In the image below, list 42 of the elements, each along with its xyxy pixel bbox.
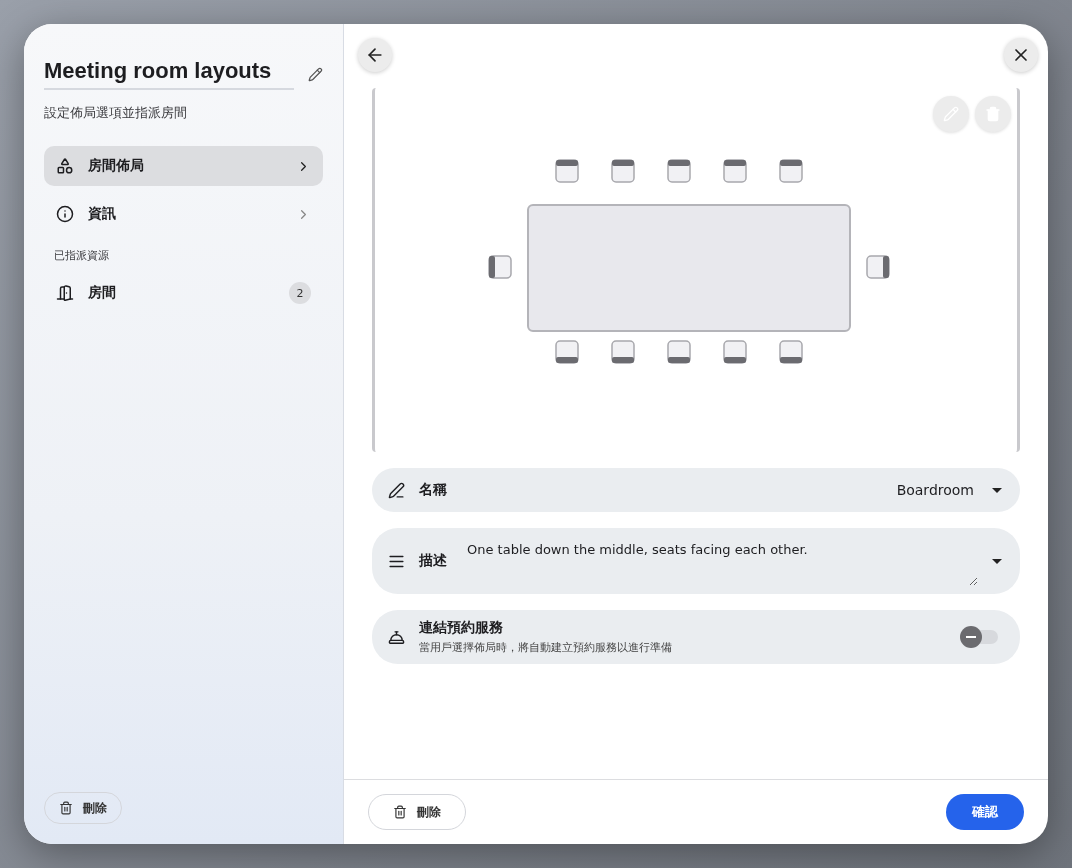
shapes-icon <box>56 157 74 175</box>
info-icon <box>56 205 74 223</box>
confirm-button[interactable]: 確認 <box>946 794 1024 830</box>
field-label: 描述 <box>419 552 447 570</box>
chair-icon <box>611 159 635 183</box>
section-label: 已指派資源 <box>54 248 110 263</box>
bell-icon <box>388 628 405 646</box>
field-label: 名稱 <box>419 481 447 499</box>
field-description: 當用戶選擇佈局時，將自動建立預約服務以進行準備 <box>419 640 673 655</box>
dropdown-icon <box>992 487 1002 493</box>
chair-icon <box>866 255 890 279</box>
count-badge: 2 <box>289 282 311 304</box>
layout-title[interactable]: Meeting room layouts <box>44 58 295 90</box>
chair-icon <box>723 340 747 364</box>
chair-icon <box>555 159 579 183</box>
chair-icon <box>779 159 803 183</box>
nav-item[interactable]: 資訊 <box>44 194 323 234</box>
resource-item[interactable]: 房間 2 <box>44 273 323 313</box>
select-value: Boardroom <box>896 482 974 498</box>
chair-icon <box>667 159 691 183</box>
name-select[interactable]: 名稱 Boardroom <box>372 468 1020 512</box>
resource-label: 房間 <box>88 284 117 302</box>
pen-icon <box>388 481 405 499</box>
nav-label: 資訊 <box>88 205 117 223</box>
chair-icon <box>488 255 512 279</box>
chair-icon <box>779 340 803 364</box>
field-label: 連結預約服務 <box>419 619 504 637</box>
back-button[interactable] <box>358 38 392 72</box>
chair-icon <box>555 340 579 364</box>
trash-icon <box>59 801 73 815</box>
nav-item[interactable]: 房間佈局 <box>44 146 323 186</box>
chair-icon <box>611 340 635 364</box>
chair-icon <box>667 340 691 364</box>
sidebar-subtitle: 設定佈局選項並指派房間 <box>44 104 188 122</box>
door-icon <box>56 284 74 302</box>
edit-icon[interactable] <box>308 66 323 82</box>
trash-icon <box>393 805 407 819</box>
chair-icon <box>723 159 747 183</box>
description-field[interactable]: 描述 One table down the middle, seats facing each other. <box>372 528 1020 594</box>
dropdown-icon <box>992 558 1002 564</box>
close-button[interactable] <box>1004 38 1038 72</box>
nav-label: 房間佈局 <box>88 157 145 175</box>
